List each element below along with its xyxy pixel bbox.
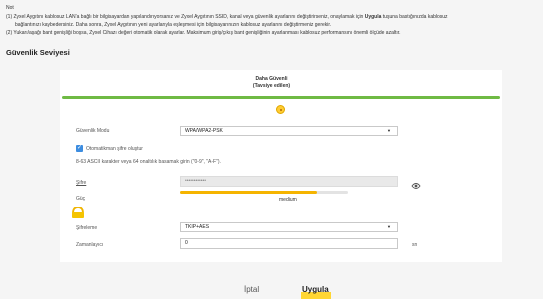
timer-input[interactable]: 0 xyxy=(180,238,398,249)
chevron-down-icon: ▼ xyxy=(387,128,391,133)
password-hint: 8-63 ASCII karakter veya 64 onaltılık ba… xyxy=(76,159,221,165)
security-mode-select[interactable]: WPA/WPA2-PSK ▼ xyxy=(180,126,398,136)
apply-button[interactable]: Uygula xyxy=(302,285,329,294)
security-level-track[interactable] xyxy=(62,96,500,99)
strength-text: medium xyxy=(279,197,297,203)
note-heading: Not xyxy=(6,5,14,11)
eye-icon[interactable] xyxy=(411,177,421,195)
note-line-1-text-b: tuşuna bastığınızda kablosuz xyxy=(381,14,448,20)
section-title: Güvenlik Seviyesi xyxy=(6,48,70,57)
lock-icon xyxy=(71,206,85,224)
timer-unit: sn xyxy=(412,242,418,248)
note-line-2: bağlantınızı kaybedersiniz. Daha sonra, … xyxy=(15,22,332,28)
password-field[interactable]: •••••••••••• xyxy=(180,176,398,187)
note-line-1-text-a: (1) Zyxel Aygıtını kablosuz LAN'a bağlı … xyxy=(6,14,365,20)
level-label: Daha Güvenli xyxy=(255,76,288,82)
auto-password-checkbox[interactable]: ✓ xyxy=(76,145,83,152)
cancel-button[interactable]: İptal xyxy=(244,285,259,294)
note-line-1: (1) Zyxel Aygıtını kablosuz LAN'a bağlı … xyxy=(6,13,538,21)
timer-label: Zamanlayıcı xyxy=(76,242,104,248)
encryption-select[interactable]: TKIP+AES ▼ xyxy=(180,222,398,232)
level-sublabel: (Tavsiye edilen) xyxy=(252,83,291,89)
note-line-1-bold: Uygula xyxy=(364,14,382,20)
strength-label: Güç xyxy=(76,196,86,202)
encryption-value: TKIP+AES xyxy=(185,224,210,230)
note-line-3: (2) Yukarı/aşağı bant genişliği boşsa, Z… xyxy=(6,30,401,36)
encryption-label: Şifreleme xyxy=(76,225,98,231)
chevron-down-icon: ▼ xyxy=(387,224,391,229)
strength-fill xyxy=(180,191,317,194)
security-mode-value: WPA/WPA2-PSK xyxy=(185,128,223,134)
password-label: Şifre xyxy=(76,180,87,186)
security-level-handle[interactable] xyxy=(276,105,285,114)
auto-password-label: Otomatikman şifre oluştur xyxy=(86,146,143,152)
security-mode-label: Güvenlik Modu xyxy=(76,128,110,134)
